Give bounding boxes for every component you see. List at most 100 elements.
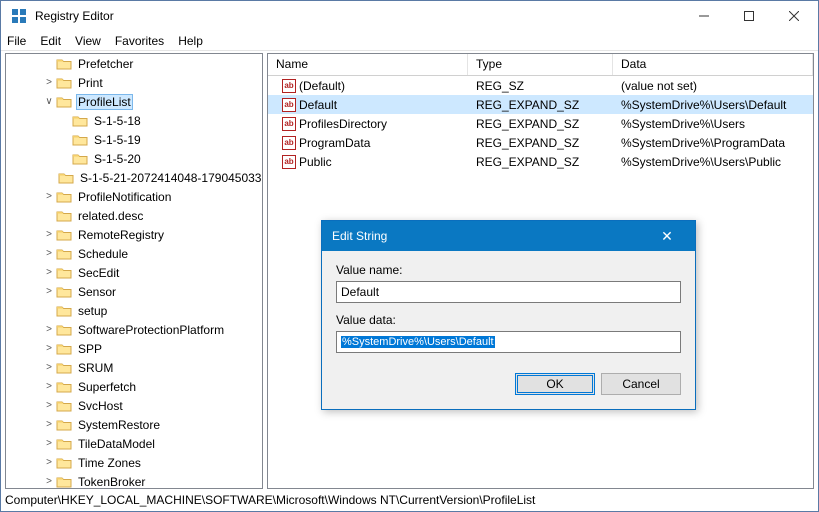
chevron-right-icon[interactable]: > [42,362,56,373]
folder-icon [56,456,72,470]
tree-item-label: setup [76,304,109,318]
column-headers[interactable]: Name Type Data [268,54,813,76]
value-type: REG_EXPAND_SZ [468,98,613,112]
tree-item[interactable]: >Superfetch [6,377,262,396]
tree-item[interactable]: > Print [6,73,262,92]
chevron-right-icon[interactable]: > [42,267,56,278]
tree-item-label: RemoteRegistry [76,228,166,242]
chevron-right-icon[interactable]: > [42,77,56,88]
folder-icon [56,228,72,242]
menu-help[interactable]: Help [178,34,203,48]
folder-icon [56,247,72,261]
folder-icon [72,152,88,166]
chevron-right-icon[interactable]: > [42,229,56,240]
value-name-input[interactable] [336,281,681,303]
value-row[interactable]: abDefault REG_EXPAND_SZ%SystemDrive%\User… [268,95,813,114]
chevron-right-icon[interactable]: > [42,400,56,411]
tree-item[interactable]: S-1-5-20 [6,149,262,168]
column-header-data[interactable]: Data [613,54,813,75]
value-row[interactable]: abPublicREG_EXPAND_SZ%SystemDrive%\Users… [268,152,813,171]
chevron-right-icon[interactable]: > [42,324,56,335]
tree-item[interactable]: >SvcHost [6,396,262,415]
folder-icon [56,399,72,413]
tree-item-label: Schedule [76,247,130,261]
chevron-right-icon[interactable]: > [42,286,56,297]
value-type: REG_SZ [468,79,613,93]
tree-item[interactable]: >ProfileNotification [6,187,262,206]
minimize-button[interactable] [681,1,726,31]
tree-item[interactable]: ∨ProfileList [6,92,262,111]
tree-item[interactable]: Prefetcher [6,54,262,73]
value-data: %SystemDrive%\Users\Default [613,98,813,112]
tree-item[interactable]: >TokenBroker [6,472,262,489]
dialog-title: Edit String [332,229,649,243]
chevron-right-icon[interactable]: > [42,457,56,468]
chevron-right-icon[interactable]: > [42,419,56,430]
tree-item[interactable]: S-1-5-21-2072414048-179045033 [6,168,262,187]
tree-item-label: Sensor [76,285,118,299]
value-data: %SystemDrive%\ProgramData [613,136,813,150]
column-header-name[interactable]: Name [268,54,468,75]
chevron-right-icon[interactable]: > [42,476,56,487]
value-row[interactable]: abProfilesDirectoryREG_EXPAND_SZ%SystemD… [268,114,813,133]
chevron-down-icon[interactable]: ∨ [42,96,56,107]
tree-item[interactable]: > RemoteRegistry [6,225,262,244]
tree-item[interactable]: S-1-5-19 [6,130,262,149]
value-name: (Default) [299,79,345,93]
tree-item[interactable]: >SecEdit [6,263,262,282]
tree-item[interactable]: >SPP [6,339,262,358]
value-type: REG_EXPAND_SZ [468,136,613,150]
folder-icon [56,342,72,356]
tree-item-label: related.desc [76,209,145,223]
string-value-icon: ab [282,155,296,169]
tree-item[interactable]: >SystemRestore [6,415,262,434]
menu-edit[interactable]: Edit [40,34,61,48]
tree-item[interactable]: setup [6,301,262,320]
value-data-input[interactable]: %SystemDrive%\Users\Default [336,331,681,353]
menu-file[interactable]: File [7,34,26,48]
folder-icon [72,133,88,147]
chevron-right-icon[interactable]: > [42,248,56,259]
folder-icon [56,190,72,204]
tree-item[interactable]: >SoftwareProtectionPlatform [6,320,262,339]
tree-item-label: S-1-5-20 [92,152,143,166]
tree-item[interactable]: related.desc [6,206,262,225]
tree-item[interactable]: > Schedule [6,244,262,263]
value-row[interactable]: abProgramDataREG_EXPAND_SZ%SystemDrive%\… [268,133,813,152]
value-name-label: Value name: [336,263,681,277]
tree-item[interactable]: >Time Zones [6,453,262,472]
value-name: Default [299,98,337,112]
chevron-right-icon[interactable]: > [42,343,56,354]
tree-item-label: SRUM [76,361,115,375]
tree-view[interactable]: Prefetcher>Print∨ProfileListS-1-5-18S-1-… [5,53,263,489]
tree-item[interactable]: > SRUM [6,358,262,377]
dialog-titlebar[interactable]: Edit String ✕ [322,221,695,251]
string-value-icon: ab [282,98,296,112]
chevron-right-icon[interactable]: > [42,191,56,202]
column-header-type[interactable]: Type [468,54,613,75]
maximize-button[interactable] [726,1,771,31]
status-path: Computer\HKEY_LOCAL_MACHINE\SOFTWARE\Mic… [5,493,535,507]
folder-icon [56,418,72,432]
menu-view[interactable]: View [75,34,101,48]
titlebar: Registry Editor [1,1,818,31]
cancel-button[interactable]: Cancel [601,373,681,395]
ok-button[interactable]: OK [515,373,595,395]
status-bar: Computer\HKEY_LOCAL_MACHINE\SOFTWARE\Mic… [3,491,816,509]
chevron-right-icon[interactable]: > [42,438,56,449]
close-button[interactable] [771,1,816,31]
value-data: %SystemDrive%\Users [613,117,813,131]
value-data: (value not set) [613,79,813,93]
tree-item-label: Print [76,76,105,90]
tree-item[interactable]: >TileDataModel [6,434,262,453]
folder-icon [56,304,72,318]
dialog-close-button[interactable]: ✕ [649,228,685,245]
value-row[interactable]: ab(Default)REG_SZ(value not set) [268,76,813,95]
chevron-right-icon[interactable]: > [42,381,56,392]
app-icon [11,8,27,24]
tree-item[interactable]: S-1-5-18 [6,111,262,130]
value-name: ProgramData [299,136,370,150]
value-data: %SystemDrive%\Users\Public [613,155,813,169]
tree-item[interactable]: > Sensor [6,282,262,301]
menu-favorites[interactable]: Favorites [115,34,164,48]
